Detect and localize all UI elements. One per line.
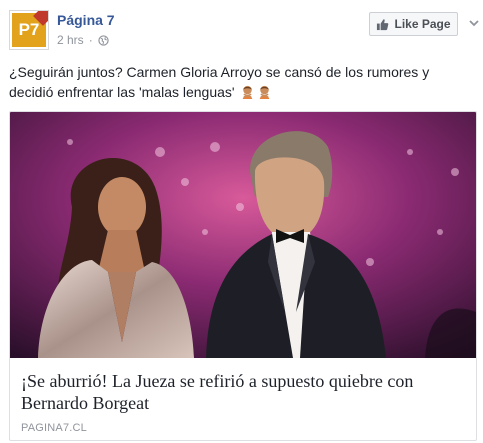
link-preview-card[interactable]: ¡Se aburrió! La Jueza se refirió a supue…: [9, 111, 477, 441]
person-gesturing-no-emoji: [260, 85, 270, 99]
facebook-post: P7 Página 7 2 hrs · Like Page ¿Seguirán …: [0, 0, 483, 443]
avatar-text: P7: [18, 20, 40, 39]
link-preview-domain: PAGINA7.CL: [21, 422, 87, 434]
like-page-button[interactable]: Like Page: [369, 12, 458, 36]
link-preview-title[interactable]: ¡Se aburrió! La Jueza se refirió a supue…: [21, 370, 461, 414]
page-name-link[interactable]: Página 7: [57, 12, 115, 28]
post-message-text: ¿Seguirán juntos? Carmen Gloria Arroyo s…: [9, 64, 430, 100]
page-avatar[interactable]: P7: [9, 10, 49, 50]
globe-icon[interactable]: [98, 34, 109, 46]
chevron-down-icon[interactable]: [468, 17, 480, 29]
link-preview-image[interactable]: [10, 112, 476, 358]
post-timestamp[interactable]: 2 hrs: [57, 33, 84, 47]
like-page-label: Like Page: [394, 17, 451, 31]
thumbs-up-icon: [377, 18, 389, 30]
post-message: ¿Seguirán juntos? Carmen Gloria Arroyo s…: [9, 62, 474, 102]
post-meta: 2 hrs ·: [57, 33, 109, 47]
meta-separator: ·: [88, 33, 93, 47]
page-logo: P7: [12, 11, 48, 47]
person-gesturing-no-emoji: [243, 85, 253, 99]
